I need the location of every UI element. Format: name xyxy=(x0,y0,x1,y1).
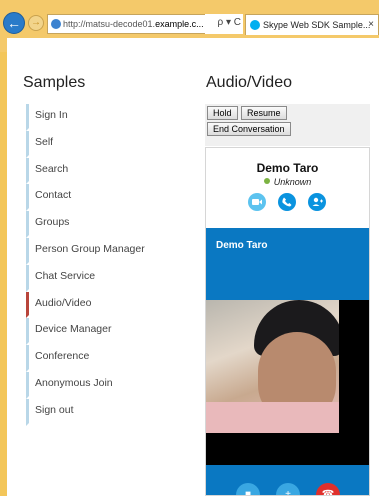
hold-button[interactable]: Hold xyxy=(207,106,238,120)
page-title: Audio/Video xyxy=(206,74,292,91)
sidebar-item-sign-out[interactable]: Sign out xyxy=(26,398,186,426)
back-arrow-icon[interactable]: ← xyxy=(3,12,25,34)
sidebar-item-person-group-manager[interactable]: Person Group Manager xyxy=(26,237,186,265)
video-toggle-icon[interactable]: ■ xyxy=(236,483,260,495)
video-area: Demo Taro ■ + ☎ xyxy=(206,228,369,495)
address-tools[interactable]: ρ ▾ C xyxy=(205,14,243,34)
sidebar-item-device-manager[interactable]: Device Manager xyxy=(26,318,186,346)
sidebar-item-contact[interactable]: Contact xyxy=(26,184,186,212)
sidebar-item-groups[interactable]: Groups xyxy=(26,211,186,238)
ie-page-icon xyxy=(51,19,61,29)
tab-title: Skype Web SDK Sample... xyxy=(263,20,371,30)
add-person-icon[interactable] xyxy=(308,193,326,211)
sidebar-item-self[interactable]: Self xyxy=(26,130,186,158)
conversation-panel: Demo Taro Unknown Demo Taro ■ + ☎ xyxy=(205,147,370,496)
self-video-preview xyxy=(206,300,339,433)
sidebar-item-sign-in[interactable]: Sign In xyxy=(26,104,186,131)
call-toolbar: Hold Resume End Conversation xyxy=(205,104,370,146)
presence-status: Unknown xyxy=(206,177,369,187)
video-camera-icon[interactable] xyxy=(248,193,266,211)
page: Samples Sign In Self Search Contact Grou… xyxy=(7,38,379,496)
phone-icon[interactable] xyxy=(278,193,296,211)
end-conversation-button[interactable]: End Conversation xyxy=(207,122,291,136)
sidebar-nav: Sign In Self Search Contact Groups Perso… xyxy=(26,104,186,426)
forward-arrow-icon[interactable]: → xyxy=(28,15,44,31)
participant-name: Demo Taro xyxy=(256,161,319,175)
sidebar-item-anonymous-join[interactable]: Anonymous Join xyxy=(26,371,186,399)
presence-text: Unknown xyxy=(273,177,312,187)
sidebar-item-chat-service[interactable]: Chat Service xyxy=(26,264,186,292)
presence-dot-icon xyxy=(263,178,270,184)
browser-tab[interactable]: Skype Web SDK Sample... × xyxy=(245,14,379,35)
sidebar-item-conference[interactable]: Conference xyxy=(26,345,186,372)
video-person-shirt xyxy=(206,402,339,433)
sidebar-item-audio-video[interactable]: Audio/Video xyxy=(26,291,186,319)
remote-video xyxy=(206,300,369,465)
sidebar-title: Samples xyxy=(23,74,86,91)
url-prefix: http://matsu-decode01. xyxy=(63,19,156,29)
resume-button[interactable]: Resume xyxy=(241,106,287,120)
hang-up-icon[interactable]: ☎ xyxy=(316,483,340,495)
close-tab-icon[interactable]: × xyxy=(368,15,374,35)
skype-icon xyxy=(250,20,260,30)
sidebar-item-search[interactable]: Search xyxy=(26,157,186,185)
video-participant-name: Demo Taro xyxy=(216,240,268,251)
add-participant-icon[interactable]: + xyxy=(276,483,300,495)
call-controls: ■ + ☎ xyxy=(206,483,369,495)
url-host: example.c... xyxy=(155,19,204,29)
